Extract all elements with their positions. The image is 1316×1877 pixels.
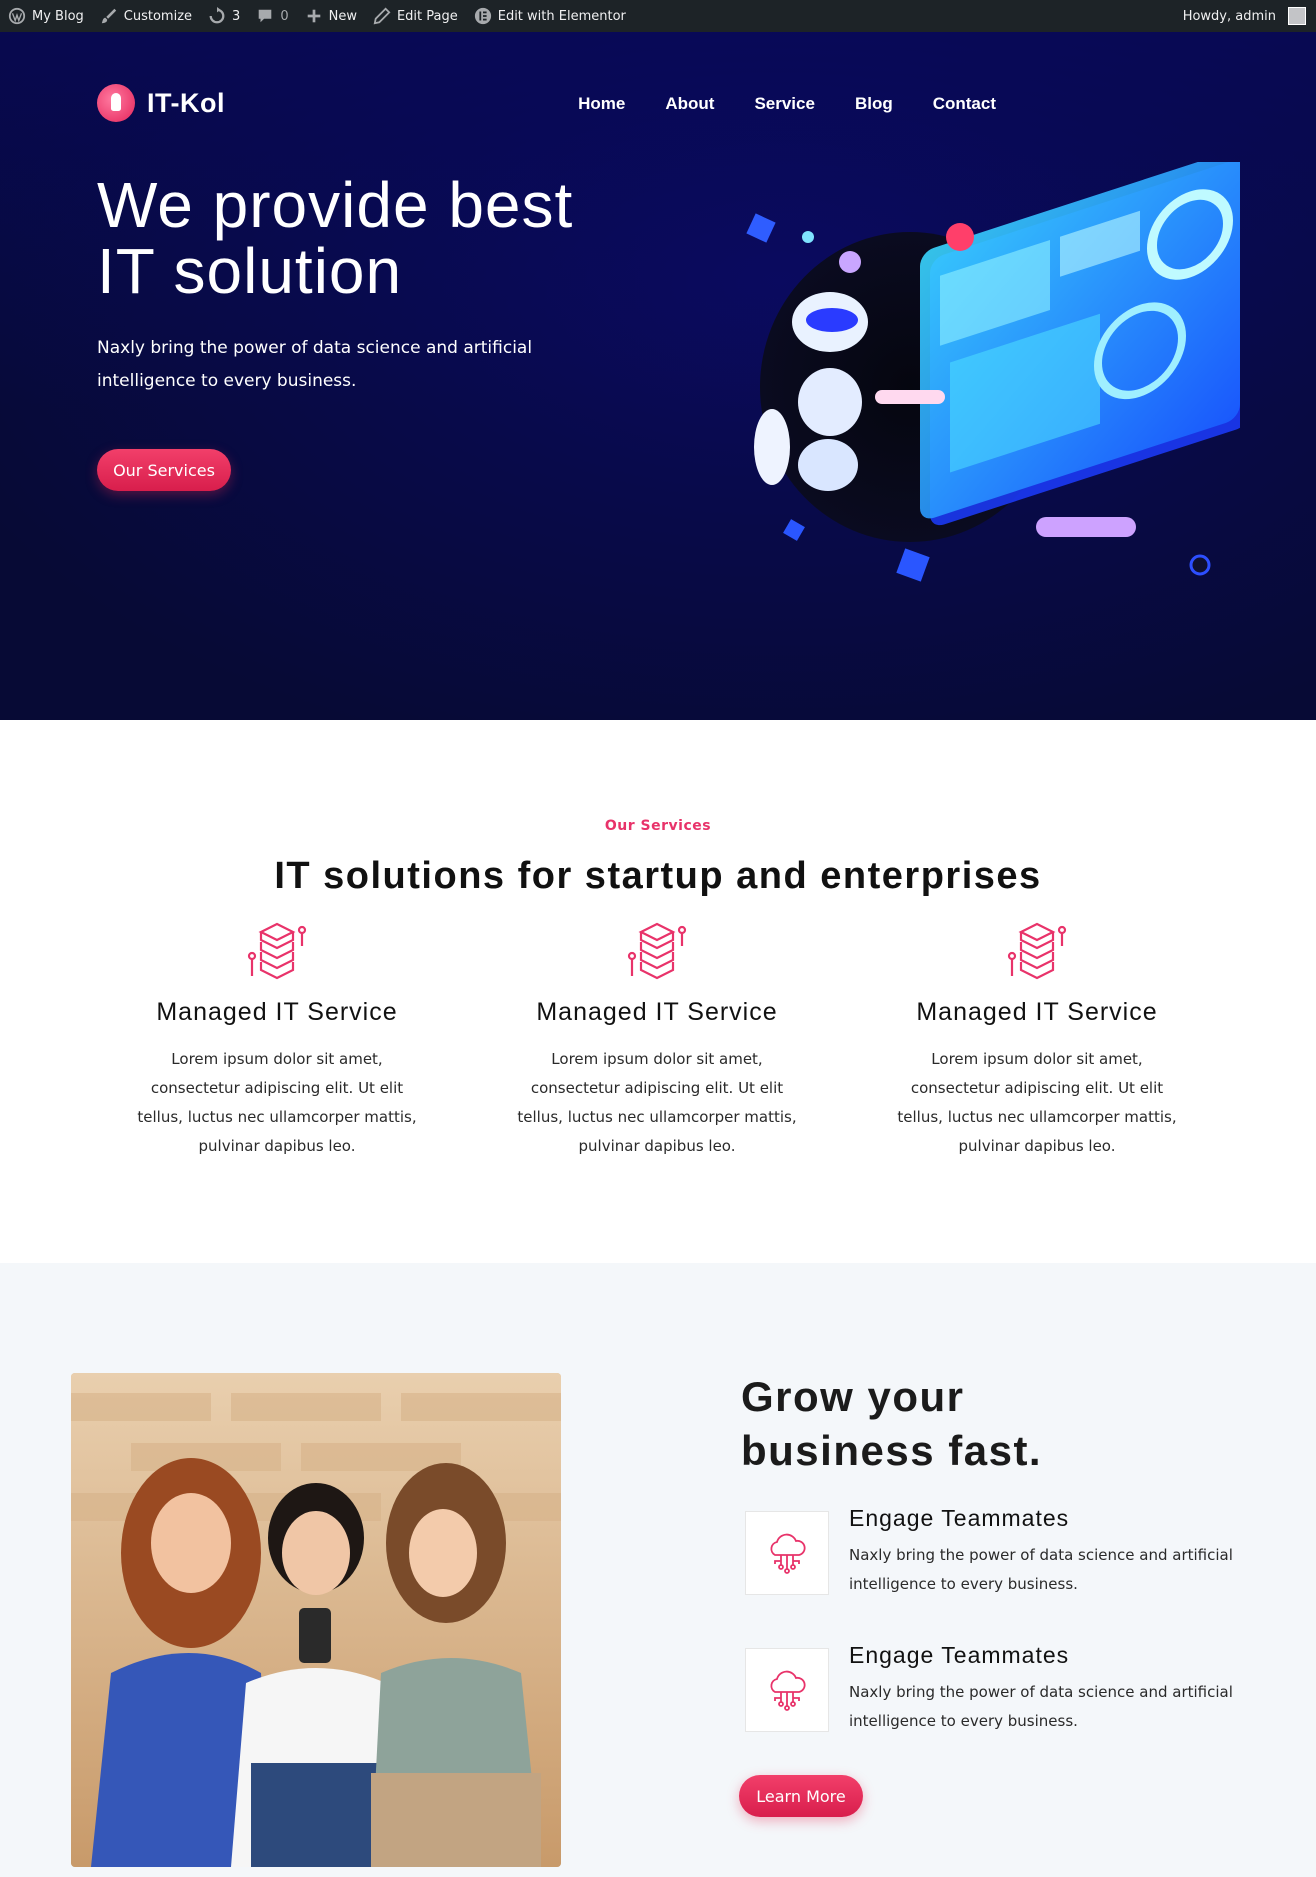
- admin-bar: My Blog Customize 3 0 New Edit Page Edit…: [0, 0, 1316, 32]
- admin-bar-updates[interactable]: 3: [200, 0, 248, 32]
- our-services-button[interactable]: Our Services: [97, 449, 231, 491]
- service-card-title: Managed IT Service: [536, 998, 778, 1026]
- feature-title: Engage Teammates: [849, 1505, 1070, 1531]
- hero-section: IT-Kol Home About Service Blog Contact W…: [0, 32, 1316, 720]
- main-nav: Home About Service Blog Contact: [578, 94, 996, 114]
- hero-title-line1: We provide best: [97, 169, 574, 241]
- site-name: IT-Kol: [147, 87, 225, 118]
- nav-blog[interactable]: Blog: [855, 94, 893, 114]
- hero-description: Naxly bring the power of data science an…: [97, 338, 533, 391]
- feature-title: Engage Teammates: [849, 1642, 1070, 1668]
- hero-title: We provide best IT solution: [97, 172, 573, 304]
- cloud-network-icon: [770, 1670, 806, 1711]
- service-card: Managed IT Service Lorem ipsum dolor sit…: [507, 920, 807, 1161]
- services-eyebrow: Our Services: [604, 818, 712, 834]
- admin-bar-my-blog[interactable]: My Blog: [0, 0, 92, 32]
- admin-bar-edit-page[interactable]: Edit Page: [365, 0, 466, 32]
- admin-bar-comments-count: 0: [280, 8, 289, 24]
- grow-section: Grow your business fast. Engage Teammate…: [0, 1263, 1316, 1877]
- learn-more-button[interactable]: Learn More: [739, 1775, 863, 1817]
- nav-service[interactable]: Service: [754, 94, 815, 114]
- team-photo: [71, 1373, 561, 1867]
- server-stack-icon: [247, 922, 307, 980]
- server-stack-icon: [627, 922, 687, 980]
- feature-text: Naxly bring the power of data science an…: [849, 1546, 1233, 1593]
- server-stack-icon: [1007, 922, 1067, 980]
- comment-icon: [259, 9, 272, 23]
- admin-bar-new[interactable]: New: [297, 0, 365, 32]
- admin-bar-updates-count: 3: [232, 8, 241, 24]
- feature-item: Engage Teammates Naxly bring the power o…: [745, 1505, 1245, 1601]
- refresh-icon: [209, 7, 225, 24]
- feature-icon-box: [745, 1511, 829, 1595]
- admin-bar-new-label: New: [328, 8, 357, 24]
- grow-title-line1: Grow your: [741, 1373, 965, 1420]
- admin-bar-edit-page-label: Edit Page: [396, 8, 458, 24]
- admin-bar-customize[interactable]: Customize: [92, 0, 200, 32]
- service-card-text: Lorem ipsum dolor sit amet, consectetur …: [897, 1050, 1177, 1155]
- service-card: Managed IT Service Lorem ipsum dolor sit…: [127, 920, 427, 1161]
- nav-contact[interactable]: Contact: [933, 94, 996, 114]
- brush-icon: [101, 8, 116, 24]
- plus-icon: [307, 9, 320, 23]
- avatar: [1288, 7, 1306, 25]
- service-card-title: Managed IT Service: [156, 998, 398, 1026]
- wordpress-icon: [8, 7, 26, 25]
- admin-bar-account[interactable]: Howdy, admin: [1175, 0, 1316, 32]
- admin-bar-customize-label: Customize: [123, 8, 193, 24]
- services-section: Our Services IT solutions for startup an…: [0, 720, 1316, 1263]
- service-card-title: Managed IT Service: [916, 998, 1158, 1026]
- nav-about[interactable]: About: [665, 94, 714, 114]
- admin-bar-elementor[interactable]: Edit with Elementor: [466, 0, 634, 32]
- service-card: Managed IT Service Lorem ipsum dolor sit…: [887, 920, 1187, 1161]
- admin-bar-greeting: Howdy, admin: [1182, 8, 1276, 24]
- pencil-icon: [373, 7, 391, 25]
- feature-item: Engage Teammates Naxly bring the power o…: [745, 1642, 1245, 1738]
- elementor-icon: [474, 7, 491, 25]
- feature-text: Naxly bring the power of data science an…: [849, 1683, 1233, 1730]
- grow-title-line2: business fast.: [741, 1427, 1043, 1474]
- admin-bar-comments[interactable]: 0: [248, 0, 296, 32]
- grow-title: Grow your business fast.: [741, 1370, 1042, 1478]
- feature-icon-box: [745, 1648, 829, 1732]
- hero-illustration: [746, 162, 1240, 582]
- service-card-text: Lorem ipsum dolor sit amet, consectetur …: [517, 1050, 797, 1155]
- nav-home[interactable]: Home: [578, 94, 625, 114]
- admin-bar-my-blog-label: My Blog: [32, 8, 84, 24]
- hero-title-line2: IT solution: [97, 235, 403, 307]
- team-photo-illustration: [71, 1373, 561, 1867]
- services-title: IT solutions for startup and enterprises: [274, 855, 1042, 897]
- logo-icon: [97, 84, 135, 122]
- service-card-text: Lorem ipsum dolor sit amet, consectetur …: [137, 1050, 417, 1155]
- cloud-network-icon: [770, 1533, 806, 1574]
- site-logo[interactable]: IT-Kol: [97, 84, 225, 122]
- admin-bar-elementor-label: Edit with Elementor: [497, 8, 626, 24]
